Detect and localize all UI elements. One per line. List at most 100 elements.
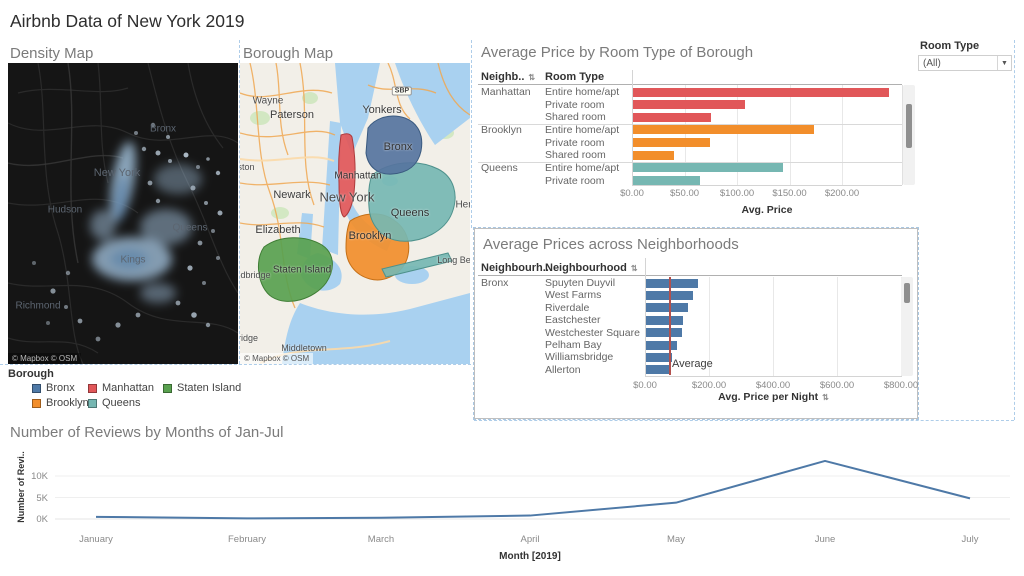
map-label-wayne: Wayne xyxy=(253,96,284,107)
table-row: Westchester Square xyxy=(475,327,917,339)
legend-swatch xyxy=(32,384,41,393)
chart1-col-header-borough: Neighb..⇅ xyxy=(481,71,535,83)
legend-item-manhattan[interactable]: Manhattan xyxy=(88,382,154,394)
room-type-label: Entire home/apt xyxy=(545,162,619,175)
map-label-elizabeth: Elizabeth xyxy=(255,224,300,236)
map-label-new-york: New York xyxy=(94,167,140,179)
neighbourhood-label: Riverdale xyxy=(545,302,589,314)
chart1-scrollbar-thumb[interactable] xyxy=(906,104,912,148)
map-label-richmond: Richmond xyxy=(15,301,60,312)
legend-swatch xyxy=(32,399,41,408)
month-label: February xyxy=(207,534,287,545)
legend-label: Staten Island xyxy=(177,382,241,394)
table-row: Riverdale xyxy=(475,302,917,314)
table-row: Private room xyxy=(475,99,917,112)
bar[interactable] xyxy=(632,138,710,147)
x-tick-label: $50.00 xyxy=(660,188,710,199)
line-chart-plot[interactable] xyxy=(50,445,1015,533)
chart1-x-axis-line xyxy=(632,185,902,186)
chart2-scrollbar-thumb[interactable] xyxy=(904,283,910,303)
legend-item-queens[interactable]: Queens xyxy=(88,397,141,409)
table-row: West Farms xyxy=(475,289,917,301)
legend-title: Borough xyxy=(8,368,54,380)
x-tick-label: $150.00 xyxy=(765,188,815,199)
chart1-title: Average Price by Room Type of Borough xyxy=(481,44,753,61)
layout-separator xyxy=(1014,40,1015,420)
x-tick-label: $800.00 xyxy=(871,380,931,391)
highway-shield: SBP xyxy=(392,87,412,96)
map-label-paterson: Paterson xyxy=(270,109,314,121)
map-attribution: © Mapbox © OSM xyxy=(240,353,313,364)
room-type-label: Private room xyxy=(545,137,605,150)
legend-item-bronx[interactable]: Bronx xyxy=(32,382,75,394)
bar[interactable] xyxy=(632,113,711,122)
month-label: March xyxy=(341,534,421,545)
legend-swatch xyxy=(88,399,97,408)
chart2-x-axis-title: Avg. Price per Night⇅ xyxy=(645,391,902,403)
sort-icon[interactable]: ⇅ xyxy=(528,73,535,82)
bar[interactable] xyxy=(645,316,683,325)
tableau-dashboard: Airbnb Data of New York 2019 Density Map xyxy=(0,0,1024,576)
bar[interactable] xyxy=(645,279,698,288)
chart2-col-header-borough: Neighbourh.. xyxy=(481,262,549,274)
map-label-queens: Queens xyxy=(391,207,430,219)
chart2-reference-line xyxy=(669,277,671,375)
bar[interactable] xyxy=(632,176,700,185)
chart1-col-header-roomtype: Room Type xyxy=(545,71,604,83)
legend-item-staten-island[interactable]: Staten Island xyxy=(163,382,241,394)
borough-map-title: Borough Map xyxy=(243,45,333,62)
layout-separator xyxy=(239,40,240,364)
map-label-hempstead: Hem xyxy=(455,200,470,211)
sort-icon[interactable]: ⇅ xyxy=(822,393,829,402)
table-row: Queens Entire home/apt xyxy=(475,162,917,175)
borough-label: Queens xyxy=(481,162,518,175)
x-tick-label: $600.00 xyxy=(807,380,867,391)
chart2-x-axis-line xyxy=(645,376,902,377)
room-type-label: Private room xyxy=(545,99,605,112)
chart1-x-axis-title: Avg. Price xyxy=(632,204,902,216)
bar[interactable] xyxy=(645,303,688,312)
filter-label: Room Type xyxy=(920,40,979,52)
bar[interactable] xyxy=(632,100,745,109)
table-row: Eastchester xyxy=(475,314,917,326)
chart1-scrollbar[interactable] xyxy=(903,85,915,185)
month-label: May xyxy=(636,534,716,545)
chart2-scrollbar[interactable] xyxy=(901,277,913,376)
bar[interactable] xyxy=(645,341,677,350)
room-type-label: Entire home/apt xyxy=(545,124,619,137)
bar[interactable] xyxy=(632,125,814,134)
map-label-yonkers: Yonkers xyxy=(362,104,401,116)
x-tick-label: $400.00 xyxy=(743,380,803,391)
room-type-label: Shared room xyxy=(545,111,606,124)
legend-label: Queens xyxy=(102,397,141,409)
room-type-label: Entire home/apt xyxy=(545,86,619,99)
borough-map[interactable]: Wayne Paterson Yonkers SBP Bronx Manhatt… xyxy=(240,63,470,364)
line-chart-title: Number of Reviews by Months of Jan-Jul xyxy=(10,424,283,441)
density-map-title: Density Map xyxy=(10,45,93,62)
room-type-dropdown[interactable]: (All) ▼ xyxy=(918,55,1012,71)
month-label: July xyxy=(930,534,1010,545)
legend-swatch xyxy=(163,384,172,393)
chevron-down-icon[interactable]: ▼ xyxy=(997,56,1011,70)
map-label-new-york: New York xyxy=(320,190,375,205)
reviews-line[interactable] xyxy=(96,461,970,518)
density-map[interactable]: Bronx New York Hudson Queens Kings Richm… xyxy=(8,63,238,364)
map-attribution: © Mapbox © OSM xyxy=(8,353,81,364)
legend-item-brooklyn[interactable]: Brooklyn xyxy=(32,397,89,409)
bar[interactable] xyxy=(632,151,674,160)
borough-label: Manhattan xyxy=(481,86,531,99)
bar[interactable] xyxy=(632,163,783,172)
bar[interactable] xyxy=(645,328,682,337)
sort-icon[interactable]: ⇅ xyxy=(631,264,638,273)
layout-separator xyxy=(471,40,472,228)
neighbourhood-label: Spuyten Duyvil xyxy=(545,277,615,289)
map-label-ridge: ridge xyxy=(240,333,258,343)
map-label-ston: ston xyxy=(240,162,255,172)
table-row: Shared room xyxy=(475,111,917,124)
y-tick-label: 5K xyxy=(20,493,48,504)
bar[interactable] xyxy=(645,365,670,374)
neighbourhood-label: Pelham Bay xyxy=(545,339,602,351)
page-title: Airbnb Data of New York 2019 xyxy=(10,11,244,32)
map-label-kings: Kings xyxy=(120,255,145,266)
bar[interactable] xyxy=(632,88,889,97)
